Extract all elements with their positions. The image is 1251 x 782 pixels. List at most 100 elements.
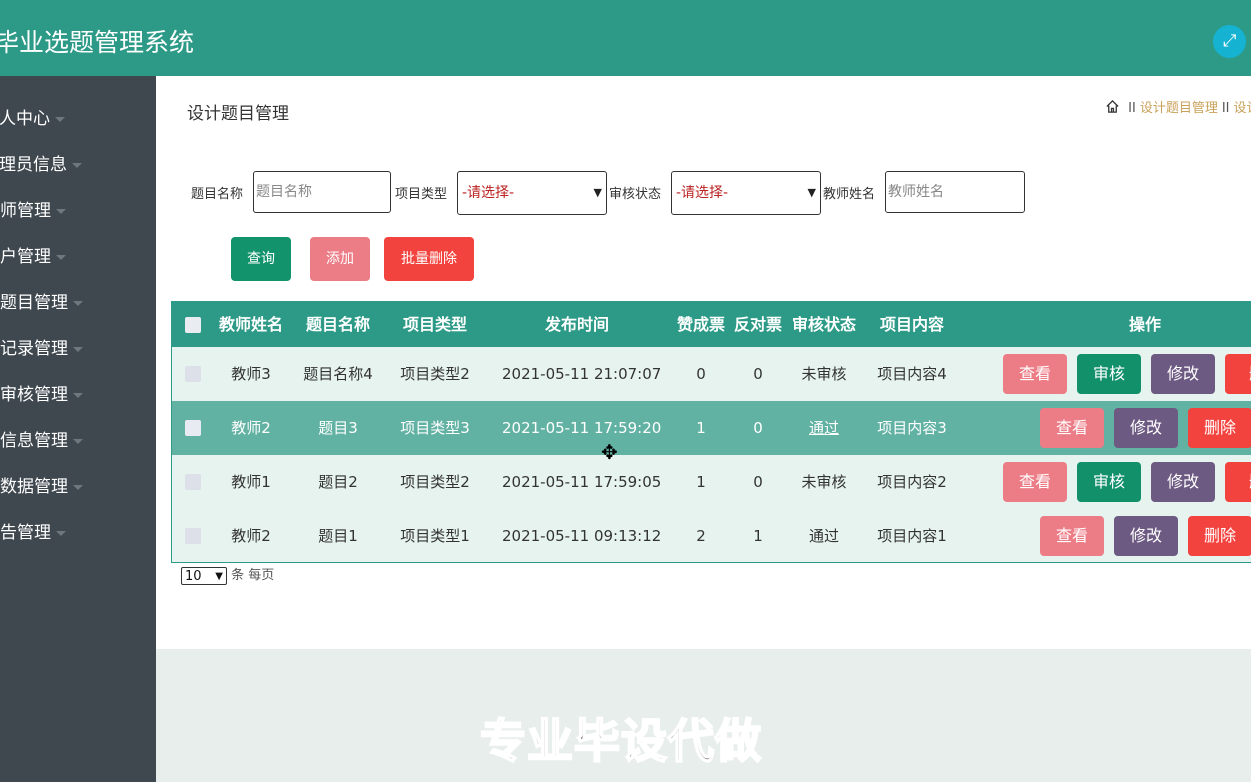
cell-status: 未审核	[801, 473, 847, 491]
cell-yes: 0	[696, 365, 706, 383]
expand-icon: ⤢	[1222, 31, 1237, 51]
cell-status: 通过	[808, 527, 839, 545]
sidebar-item-record-management[interactable]: 记录管理	[0, 334, 83, 364]
header-no: 反对票	[733, 315, 782, 334]
caret-down-icon	[73, 484, 83, 490]
sidebar-item-teacher-management[interactable]: 师管理	[0, 196, 66, 226]
view-button[interactable]: 查看	[1040, 408, 1104, 448]
cell-content: 项目内容3	[877, 419, 947, 437]
edit-button[interactable]: 修改	[1114, 516, 1178, 556]
cell-topic: 题目名称4	[303, 365, 373, 383]
cell-teacher: 教师2	[231, 419, 271, 437]
query-button[interactable]: 查询	[231, 237, 291, 281]
top-bar: 毕业选题管理系统 ⤢	[0, 0, 1251, 76]
sidebar-item-user-management[interactable]: 户管理	[0, 242, 66, 272]
sidebar-item-label: 户管理	[0, 247, 51, 267]
sidebar-item-notice-management[interactable]: 告管理	[0, 518, 66, 548]
header-actions: 操作	[1128, 315, 1161, 334]
caret-down-icon	[55, 116, 65, 122]
audit-button[interactable]: 审核	[1077, 462, 1141, 502]
view-button[interactable]: 查看	[1040, 516, 1104, 556]
sidebar-item-admin-info[interactable]: 理员信息	[0, 150, 82, 180]
select-all-checkbox[interactable]	[185, 317, 201, 333]
cell-yes: 2	[696, 527, 706, 545]
topic-name-input[interactable]: 题目名称	[253, 171, 391, 213]
sidebar-item-label: 信息管理	[0, 431, 68, 451]
cell-time: 2021-05-11 17:59:20	[502, 419, 662, 437]
move-cursor-icon: ✥	[601, 440, 618, 464]
sidebar-item-label: 数据管理	[0, 477, 68, 497]
page-size-value: 10	[185, 568, 202, 584]
caret-down-icon	[56, 254, 66, 260]
cell-no: 0	[753, 365, 763, 383]
cell-no: 0	[753, 419, 763, 437]
cell-teacher: 教师3	[231, 365, 271, 383]
caret-down-icon	[73, 300, 83, 306]
breadcrumb-separator: II	[1221, 101, 1230, 116]
teacher-name-input[interactable]: 教师姓名	[885, 171, 1025, 213]
breadcrumb: II设计题目管理II设计	[1105, 99, 1251, 119]
delete-button[interactable]: 删	[1225, 462, 1251, 502]
fullscreen-button[interactable]: ⤢	[1213, 25, 1246, 58]
row-checkbox[interactable]	[185, 528, 201, 544]
pagination: 10 ▼ 条 每页	[181, 564, 274, 585]
edit-button[interactable]: 修改	[1114, 408, 1178, 448]
breadcrumb-next[interactable]: 设计	[1234, 101, 1251, 116]
sidebar-item-label: 人中心	[0, 109, 50, 129]
audit-status-value: -请选择-	[676, 185, 729, 201]
sidebar-item-label: 师管理	[0, 201, 51, 221]
header-yes: 赞成票	[676, 315, 725, 334]
delete-button[interactable]: 删	[1225, 354, 1251, 394]
cell-yes: 1	[696, 419, 706, 437]
home-icon[interactable]	[1105, 99, 1120, 114]
page-size-suffix: 条 每页	[231, 568, 275, 583]
sidebar-item-label: 告管理	[0, 523, 51, 543]
chevron-down-icon: ▼	[807, 186, 816, 199]
cell-time: 2021-05-11 09:13:12	[502, 527, 662, 545]
view-button[interactable]: 查看	[1003, 462, 1067, 502]
watermark-text: 专业毕设代做	[479, 713, 762, 769]
page-size-select[interactable]: 10 ▼	[181, 566, 227, 585]
breadcrumb-separator: II	[1128, 101, 1136, 116]
header-status: 审核状态	[791, 315, 856, 334]
topic-name-label: 题目名称	[191, 187, 244, 202]
edit-button[interactable]: 修改	[1151, 354, 1215, 394]
breadcrumb-current[interactable]: 设计题目管理	[1140, 101, 1218, 116]
table-row: 教师2 题目3 项目类型3 2021-05-11 17:59:20 1 0 通过…	[172, 401, 1251, 455]
project-type-select[interactable]: -请选择- ▼	[457, 171, 607, 215]
cell-topic: 题目2	[318, 473, 358, 491]
delete-button[interactable]: 删除	[1188, 408, 1251, 448]
caret-down-icon	[73, 392, 83, 398]
sidebar-item-label: 记录管理	[0, 339, 68, 359]
sidebar-item-info-management[interactable]: 信息管理	[0, 426, 83, 456]
sidebar-item-data-management[interactable]: 数据管理	[0, 472, 83, 502]
cell-type: 项目类型2	[400, 365, 470, 383]
project-type-value: -请选择-	[462, 185, 515, 201]
sidebar-item-personal-center[interactable]: 人中心	[0, 104, 65, 134]
header-topic: 题目名称	[305, 315, 370, 334]
header-teacher: 教师姓名	[218, 315, 283, 334]
view-button[interactable]: 查看	[1003, 354, 1067, 394]
cell-type: 项目类型2	[400, 473, 470, 491]
sidebar-item-topic-management[interactable]: 题目管理	[0, 288, 83, 318]
sidebar-item-audit-management[interactable]: 审核管理	[0, 380, 83, 410]
sidebar-item-label: 理员信息	[0, 155, 67, 175]
header-time: 发布时间	[544, 315, 609, 334]
add-button[interactable]: 添加	[310, 237, 370, 281]
caret-down-icon	[73, 346, 83, 352]
audit-status-select[interactable]: -请选择- ▼	[671, 171, 821, 215]
chevron-down-icon: ▼	[593, 186, 602, 199]
cell-time: 2021-05-11 17:59:05	[502, 473, 662, 491]
row-checkbox[interactable]	[185, 474, 201, 490]
project-type-label: 项目类型	[395, 187, 448, 202]
delete-button[interactable]: 删除	[1188, 516, 1251, 556]
row-checkbox[interactable]	[185, 366, 201, 382]
row-checkbox[interactable]	[185, 420, 201, 436]
sidebar-item-label: 题目管理	[0, 293, 68, 313]
cell-status: 未审核	[801, 365, 847, 383]
audit-button[interactable]: 审核	[1077, 354, 1141, 394]
edit-button[interactable]: 修改	[1151, 462, 1215, 502]
cell-yes: 1	[696, 473, 706, 491]
table-row: 教师3 题目名称4 项目类型2 2021-05-11 21:07:07 0 0 …	[172, 347, 1251, 401]
batch-delete-button[interactable]: 批量删除	[384, 237, 474, 281]
